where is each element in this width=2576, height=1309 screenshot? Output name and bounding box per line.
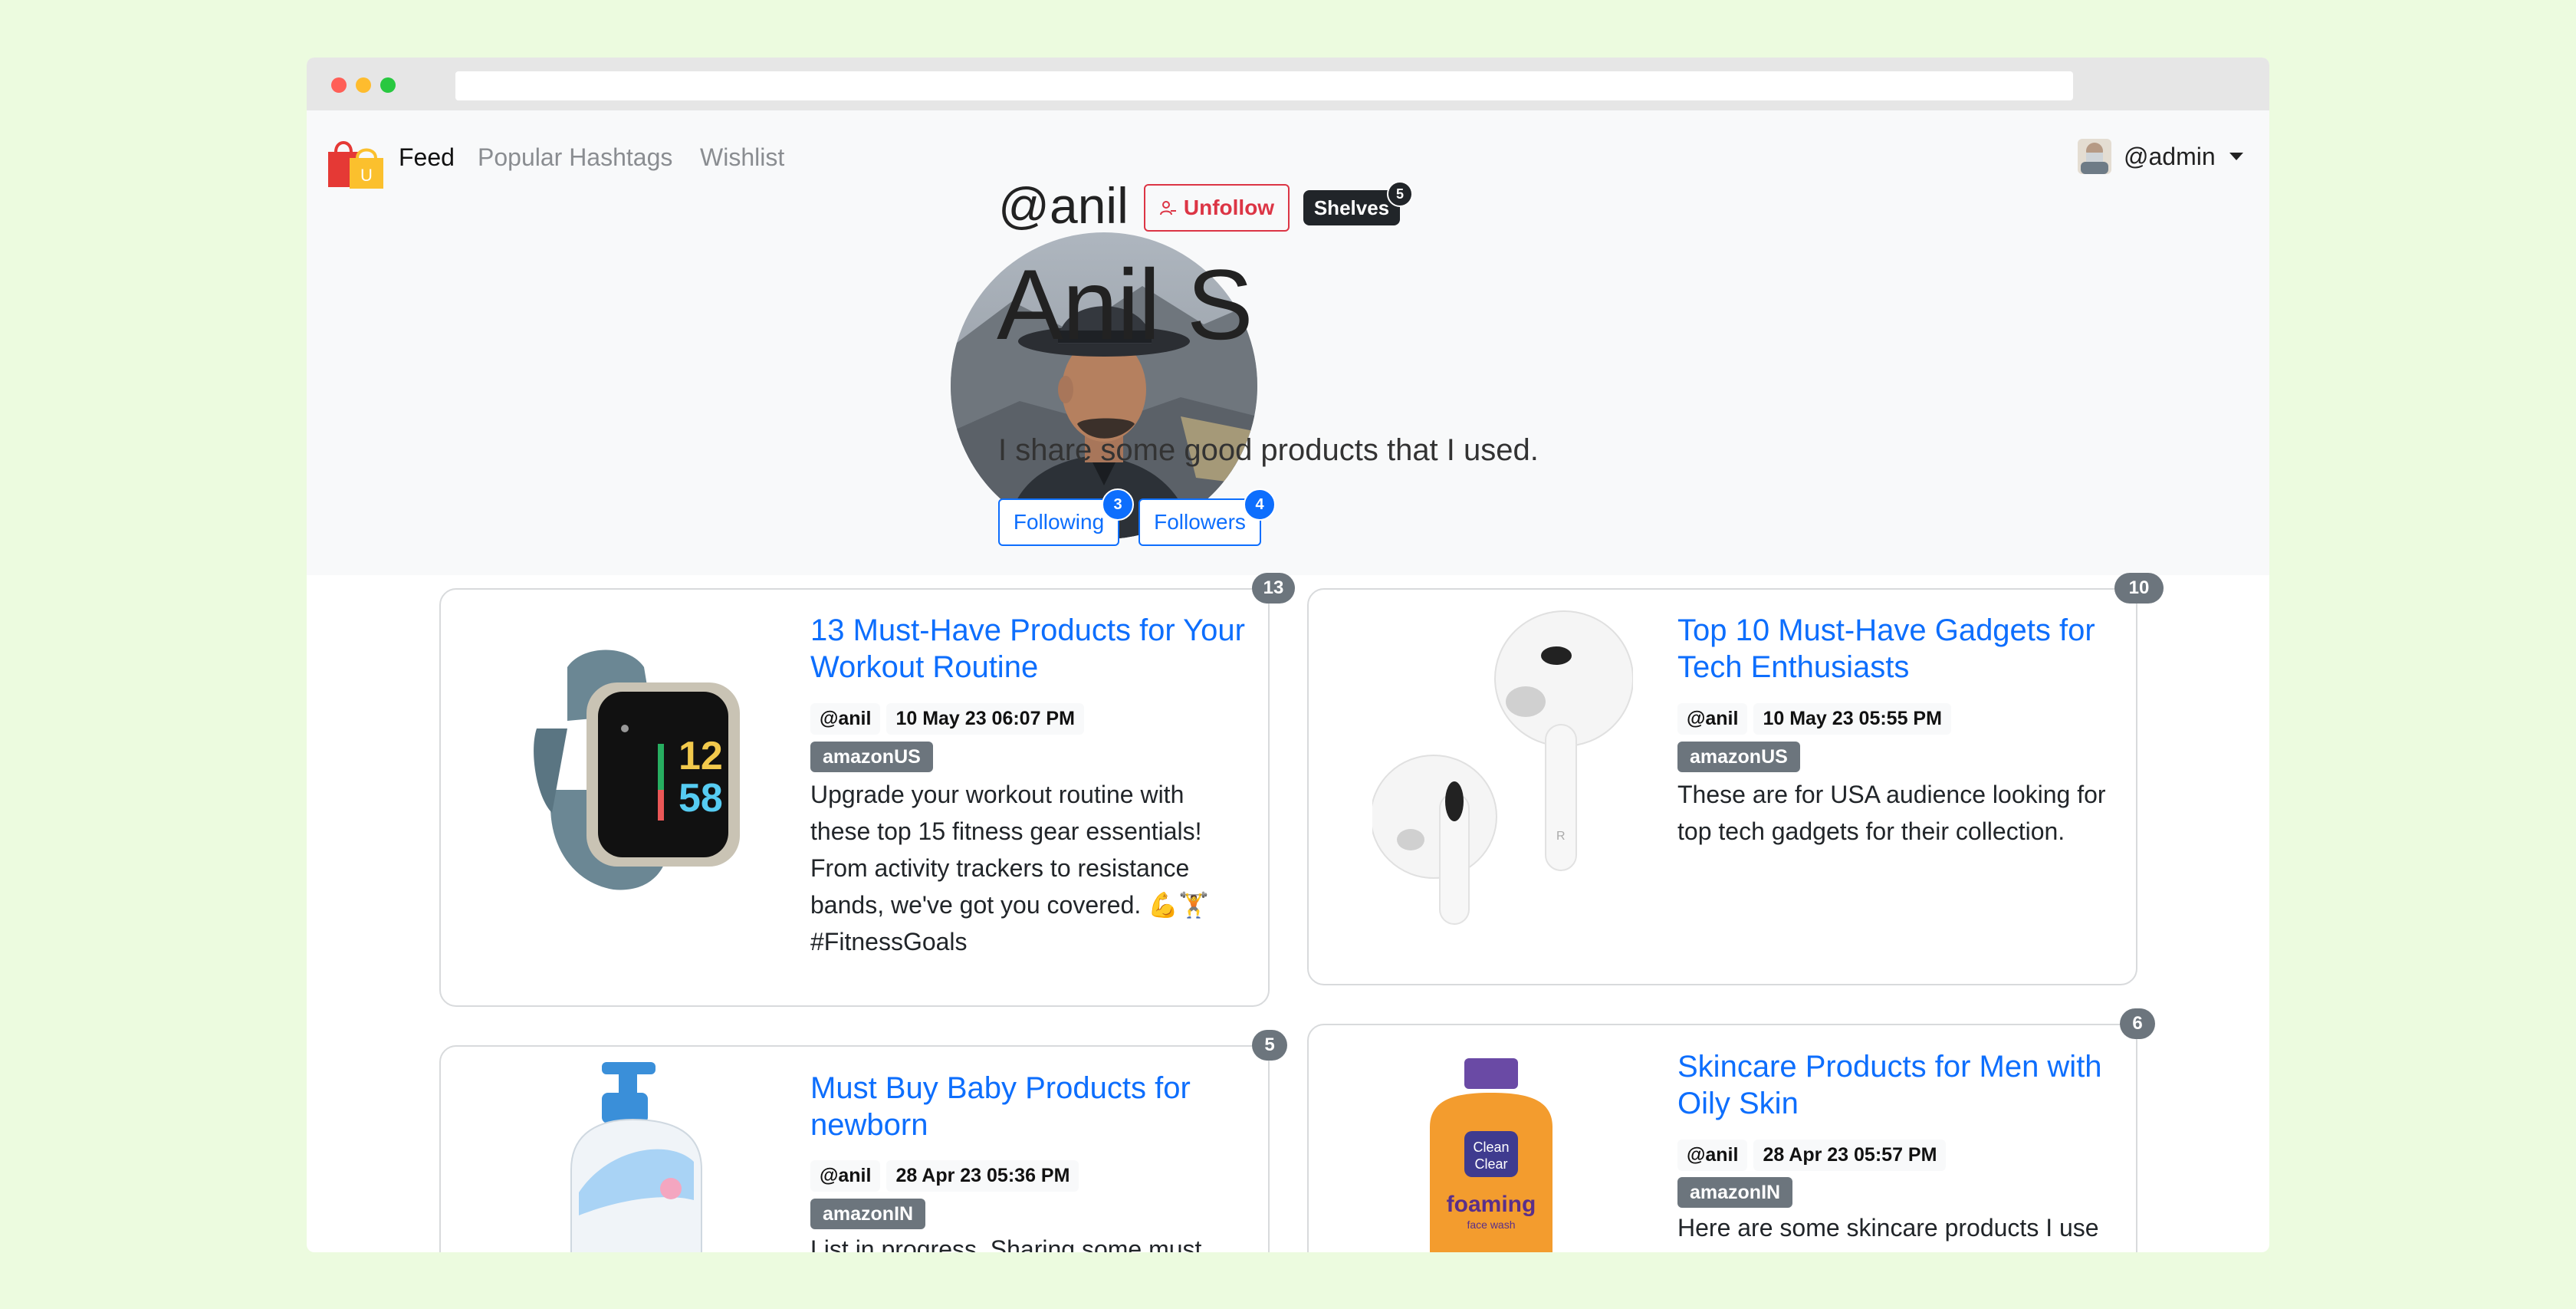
page-viewport: U Feed Popular Hashtags Wishlist @admin <box>307 58 2269 1252</box>
svg-text:foaming: foaming <box>1447 1192 1536 1217</box>
shelf-date: 10 May 23 05:55 PM <box>1753 703 1951 735</box>
baby-lotion-image <box>570 1062 702 1252</box>
shelves-count-badge: 5 <box>1387 181 1413 207</box>
shelf-meta: @anil 10 May 23 06:07 PM <box>810 703 1090 735</box>
followers-button[interactable]: Followers <box>1138 498 1261 546</box>
shelf-description: Upgrade your workout routine with these … <box>810 781 1209 955</box>
nav-popular-hashtags[interactable]: Popular Hashtags <box>478 143 672 172</box>
shelf-author[interactable]: @anil <box>810 1160 881 1192</box>
shelf-title[interactable]: Must Buy Baby Products for newborn <box>810 1070 1255 1143</box>
shelf-author[interactable]: @anil <box>1677 1140 1748 1171</box>
shelf-meta: @anil 10 May 23 05:55 PM <box>1677 703 1957 735</box>
shelf-title[interactable]: Skincare Products for Men with Oily Skin <box>1677 1048 2122 1122</box>
shelf-author[interactable]: @anil <box>1677 703 1748 735</box>
shelf-item-count-badge: 6 <box>2120 1008 2155 1039</box>
shelf-title[interactable]: Top 10 Must-Have Gadgets for Tech Enthus… <box>1677 612 2122 686</box>
shelf-item-count-badge: 13 <box>1252 573 1295 604</box>
shelf-date: 28 Apr 23 05:36 PM <box>886 1160 1079 1192</box>
store-badge: amazonUS <box>810 742 933 772</box>
svg-text:Clean: Clean <box>1473 1140 1509 1155</box>
shelf-date: 10 May 23 06:07 PM <box>886 703 1084 735</box>
shelf-item-count-badge: 5 <box>1252 1030 1287 1061</box>
shelf-description: Here are some skincare products I use <box>1677 1214 2099 1242</box>
store-badge: amazonIN <box>1677 1177 1793 1208</box>
svg-text:Clear: Clear <box>1474 1156 1507 1172</box>
admin-avatar <box>2078 139 2111 174</box>
chevron-down-icon <box>2229 153 2243 160</box>
following-label: Following <box>1013 510 1105 534</box>
shelf-description: These are for USA audience looking for t… <box>1677 781 2106 845</box>
user-menu-label: @admin <box>2124 142 2216 170</box>
svg-text:58: 58 <box>678 776 723 821</box>
svg-text:face wash: face wash <box>1467 1219 1515 1231</box>
shelf-description: List in progress. Sharing some must <box>810 1235 1202 1252</box>
user-menu[interactable]: @admin <box>2078 137 2243 176</box>
profile-name: Anil S <box>997 248 1254 360</box>
nav-feed[interactable]: Feed <box>399 143 455 172</box>
unfollow-button[interactable]: Unfollow <box>1144 184 1290 232</box>
svg-text:12: 12 <box>678 734 723 778</box>
store-badge: amazonIN <box>810 1199 926 1229</box>
shelf-author[interactable]: @anil <box>810 703 881 735</box>
shelf-title[interactable]: 13 Must-Have Products for Your Workout R… <box>810 612 1255 686</box>
followers-label: Followers <box>1154 510 1246 534</box>
face-wash-image: Clean Clear foaming face wash <box>1430 1058 1552 1252</box>
profile-handle: @anil <box>998 177 1129 234</box>
shelf-date: 28 Apr 23 05:57 PM <box>1753 1140 1947 1171</box>
fitness-tracker-image: 12 58 <box>534 650 740 890</box>
unfollow-label: Unfollow <box>1183 196 1275 219</box>
shelves-button[interactable]: Shelves <box>1303 190 1400 225</box>
shop-logo-icon[interactable]: U <box>327 133 385 192</box>
followers-count-badge: 4 <box>1244 488 1276 521</box>
user-minus-icon <box>1159 201 1176 215</box>
nav-wishlist[interactable]: Wishlist <box>700 143 784 172</box>
earbuds-image: R <box>1372 610 1633 925</box>
svg-text:U: U <box>360 166 373 185</box>
shelf-item-count-badge: 10 <box>2114 573 2164 604</box>
svg-text:R: R <box>1556 830 1566 843</box>
profile-bio: I share some good products that I used. <box>998 433 1539 467</box>
shelves-label: Shelves <box>1313 196 1390 219</box>
shelf-meta: @anil 28 Apr 23 05:57 PM <box>1677 1140 1952 1171</box>
following-count-badge: 3 <box>1102 488 1134 521</box>
profile-header <box>307 215 2269 575</box>
store-badge: amazonUS <box>1677 742 1800 772</box>
shelf-meta: @anil 28 Apr 23 05:36 PM <box>810 1160 1085 1192</box>
